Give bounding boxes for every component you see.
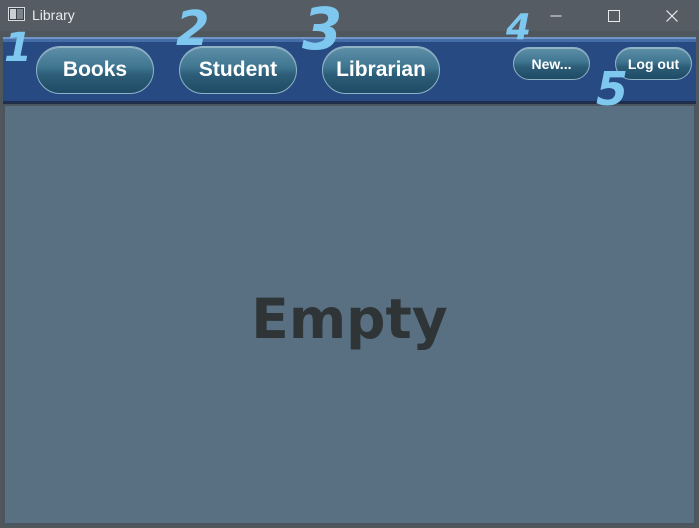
app-window: Library Books Student Librarian New... L… xyxy=(0,0,699,528)
close-icon xyxy=(666,9,678,22)
title-bar[interactable]: Library xyxy=(0,0,699,31)
app-icon-left-pane xyxy=(10,9,16,19)
minimize-button[interactable] xyxy=(527,0,585,31)
minimize-icon xyxy=(550,15,562,16)
student-button[interactable]: Student xyxy=(179,46,297,94)
new-button[interactable]: New... xyxy=(513,47,590,80)
app-icon-right-pane xyxy=(17,9,23,19)
main-content-area: Empty xyxy=(3,104,696,525)
app-window-icon xyxy=(8,7,25,21)
window-title: Library xyxy=(32,7,75,23)
top-navbar: Books Student Librarian New... Log out xyxy=(3,37,696,104)
librarian-button[interactable]: Librarian xyxy=(322,46,440,94)
empty-placeholder-text: Empty xyxy=(251,287,448,351)
maximize-icon xyxy=(608,9,620,22)
books-button[interactable]: Books xyxy=(36,46,154,94)
maximize-button[interactable] xyxy=(585,0,643,31)
close-button[interactable] xyxy=(643,0,699,31)
logout-button[interactable]: Log out xyxy=(615,47,692,80)
